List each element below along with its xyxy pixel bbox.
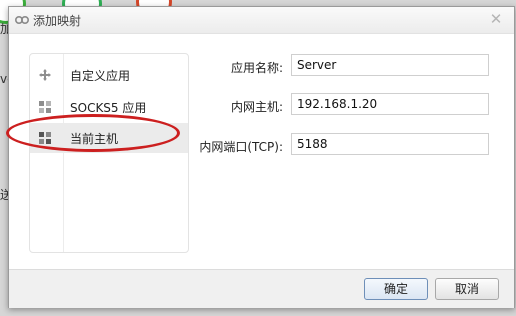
ok-button[interactable]: 确定 (364, 278, 428, 300)
sidebar-item-label: SOCKS5 应用 (70, 101, 147, 115)
sidebar-item-label: 当前主机 (70, 132, 119, 146)
cancel-button[interactable]: 取消 (435, 278, 499, 300)
app-name-label: 应用名称: (230, 61, 283, 75)
app-name-input[interactable] (291, 54, 489, 76)
dialog-title: 添加映射 (33, 14, 82, 28)
port-input[interactable] (291, 133, 489, 155)
link-icon (15, 16, 29, 24)
grid-icon (39, 101, 51, 113)
host-label: 内网主机: (230, 100, 283, 114)
port-label: 内网端口(TCP): (199, 140, 283, 154)
sidebar-item-label: 自定义应用 (70, 69, 131, 83)
host-input[interactable] (291, 93, 489, 115)
dialog-titlebar[interactable]: 添加映射 ✕ (9, 7, 514, 34)
grid-icon (39, 132, 51, 144)
move-arrows-icon (39, 69, 51, 81)
add-mapping-dialog: 添加映射 ✕ 自定义应用 SOCKS5 应用 当前主机 应用名称: Server… (8, 6, 515, 308)
close-icon[interactable]: ✕ (488, 11, 504, 27)
dialog-footer: 确定 取消 (9, 269, 514, 308)
